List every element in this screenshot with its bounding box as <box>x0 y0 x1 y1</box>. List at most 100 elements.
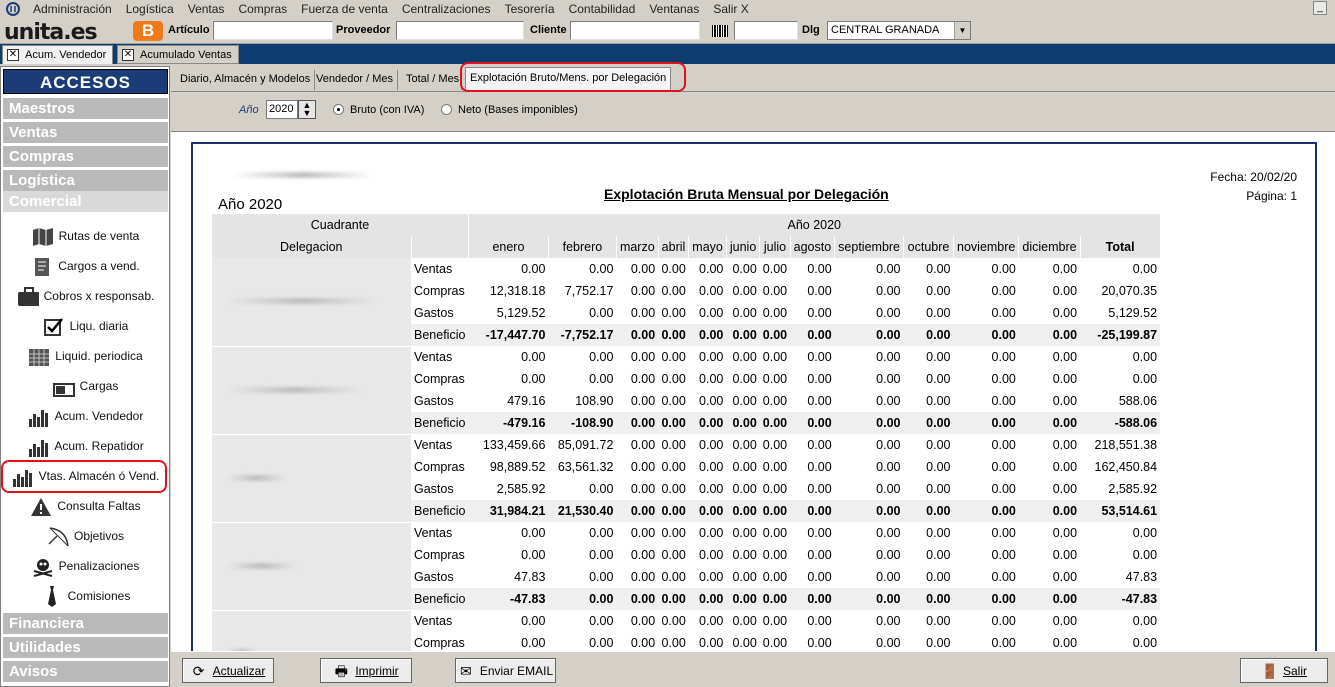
value-cell: -108.90 <box>548 412 617 434</box>
report-viewer[interactable]: Explotación Bruta Mensual por Delegación… <box>171 131 1335 652</box>
sidebar-item-acum-vendedor[interactable]: Acum. Vendedor <box>3 401 168 431</box>
menu-administracion[interactable]: Administración <box>26 2 119 16</box>
sidebar-section-compras[interactable]: Compras <box>3 146 168 168</box>
value-cell: -7,752.17 <box>548 324 617 346</box>
bruto-radio[interactable] <box>333 104 344 115</box>
value-cell: 0.00 <box>807 262 832 276</box>
tab-total-mes[interactable]: Total / Mes <box>402 70 462 90</box>
delegacion-select[interactable]: CENTRAL GRANADA ▼ <box>827 21 971 40</box>
value-cell: 0.00 <box>1018 412 1081 434</box>
barcode-icon[interactable] <box>712 25 728 37</box>
sidebar-item-label: Consulta Faltas <box>57 499 141 513</box>
value-cell: 98,889.52 <box>489 460 546 474</box>
sidebar-section-utilidades[interactable]: Utilidades <box>3 637 168 659</box>
articulo-label: Artículo <box>168 24 210 36</box>
sidebar-section-maestros[interactable]: Maestros <box>3 98 168 120</box>
year-spinner-icon[interactable]: ▲ ▼ <box>298 100 316 119</box>
blogger-icon[interactable]: B <box>133 21 163 41</box>
sidebar-section-comercial[interactable]: Comercial <box>3 191 168 213</box>
chevron-down-icon[interactable]: ▼ <box>954 22 970 39</box>
report-page: Explotación Bruta Mensual por Delegación… <box>191 142 1317 652</box>
value-cell: 0.00 <box>926 394 951 408</box>
value-cell: 0.00 <box>699 636 724 650</box>
sidebar-item-cargas[interactable]: Cargas <box>3 371 168 401</box>
sidebar-item-rutas-de-venta[interactable]: Rutas de venta <box>3 221 168 251</box>
enviar-email-button[interactable]: ✉ Enviar EMAIL <box>455 658 556 683</box>
doc-tab-acumulado-ventas[interactable]: ✕ Acumulado Ventas <box>117 45 239 64</box>
value-cell: 0.00 <box>732 372 757 386</box>
month-header: marzo <box>616 236 659 258</box>
value-cell: 0.00 <box>807 526 832 540</box>
sidebar-item-comisiones[interactable]: Comisiones <box>3 581 168 611</box>
year-input[interactable]: 2020 <box>266 100 298 119</box>
value-cell: 0.00 <box>876 636 901 650</box>
actualizar-button[interactable]: ⟳ Actualizar <box>182 658 274 683</box>
value-cell: 0.00 <box>759 324 791 346</box>
value-cell: 0.00 <box>699 394 724 408</box>
sidebar-item-label: Cobros x responsab. <box>43 289 155 303</box>
value-cell: 0.00 <box>991 306 1016 320</box>
sidebar-section-financiera[interactable]: Financiera <box>3 613 168 635</box>
close-icon[interactable]: ✕ <box>7 49 19 61</box>
menu-bar: Administración Logística Ventas Compras … <box>0 0 1335 18</box>
value-cell: 0.00 <box>661 482 686 496</box>
menu-compras[interactable]: Compras <box>231 2 294 16</box>
imprimir-button[interactable]: 🖶 Imprimir <box>320 658 412 683</box>
value-cell: 0.00 <box>762 350 788 364</box>
doc-tab-acum-vendedor[interactable]: ✕ Acum. Vendedor <box>2 45 114 64</box>
salir-button[interactable]: 🚪 Salir <box>1240 658 1328 683</box>
menu-salir[interactable]: Salir X <box>706 2 755 16</box>
sidebar-item-consulta-faltas[interactable]: Consulta Faltas <box>3 491 168 521</box>
value-cell: 0.00 <box>903 588 954 610</box>
minimize-icon[interactable]: _ <box>1313 1 1327 15</box>
neto-radio[interactable] <box>441 104 452 115</box>
value-cell: 0.00 <box>589 526 614 540</box>
sidebar-item-cargos[interactable]: Cargos a vend. <box>3 251 168 281</box>
value-cell: 0.00 <box>926 482 951 496</box>
value-cell: 0.00 <box>762 284 788 298</box>
menu-fuerza-de-venta[interactable]: Fuerza de venta <box>294 2 395 16</box>
cliente-input[interactable] <box>570 21 700 40</box>
sidebar-section-avisos[interactable]: Avisos <box>3 661 168 683</box>
proveedor-input[interactable] <box>396 21 524 40</box>
menu-ventanas[interactable]: Ventanas <box>642 2 706 16</box>
value-cell: 0.00 <box>1132 526 1158 540</box>
sidebar-item-label: Objetivos <box>73 529 125 543</box>
sidebar-item-liquid-periodica[interactable]: Liquid. periodica <box>3 341 168 371</box>
menu-logistica[interactable]: Logística <box>119 2 181 16</box>
value-cell: -479.16 <box>468 412 549 434</box>
close-icon[interactable]: ✕ <box>122 48 134 61</box>
tab-vendedor-mes[interactable]: Vendedor / Mes <box>312 70 399 90</box>
skull-icon <box>32 555 54 577</box>
menu-centralizaciones[interactable]: Centralizaciones <box>395 2 498 16</box>
document-tab-bar: ✕ Acum. Vendedor ✕ Acumulado Ventas <box>0 44 1335 64</box>
tab-diario-almacen[interactable]: Diario, Almacén y Modelos <box>176 70 316 90</box>
sidebar-item-cobros[interactable]: Cobros x responsab. <box>3 281 168 311</box>
month-header: abril <box>658 236 690 258</box>
menu-tesoreria[interactable]: Tesorería <box>498 2 562 16</box>
menu-contabilidad[interactable]: Contabilidad <box>562 2 643 16</box>
value-cell: 0.00 <box>732 614 757 628</box>
sidebar-item-penalizaciones[interactable]: Penalizaciones <box>3 551 168 581</box>
barcode-input[interactable] <box>734 21 798 40</box>
sidebar-item-liqu-diaria[interactable]: Liqu. diaria <box>3 311 168 341</box>
value-cell: 0.00 <box>762 482 788 496</box>
sidebar-section-ventas[interactable]: Ventas <box>3 122 168 144</box>
sidebar-item-acum-repatidor[interactable]: Acum. Repatidor <box>3 431 168 461</box>
value-cell: 0.00 <box>732 350 757 364</box>
menu-ventas[interactable]: Ventas <box>181 2 232 16</box>
delegacion-cell-redacted <box>212 346 411 435</box>
enviar-email-label: Enviar EMAIL <box>479 663 554 678</box>
sidebar-section-logistica[interactable]: Logística <box>3 170 168 192</box>
concept-label: Gastos <box>414 394 454 408</box>
sidebar-item-label: Acum. Vendedor <box>54 409 144 423</box>
redacted-text <box>227 474 287 481</box>
value-cell: 0.00 <box>926 350 951 364</box>
value-cell: 2,585.92 <box>1108 482 1158 496</box>
value-cell: 0.00 <box>807 548 832 562</box>
articulo-input[interactable] <box>213 21 333 40</box>
value-cell: 0.00 <box>630 306 656 320</box>
value-cell: 0.00 <box>1132 372 1158 386</box>
sidebar-item-objetivos[interactable]: Objetivos <box>3 521 168 551</box>
value-cell: 0.00 <box>1052 636 1078 650</box>
